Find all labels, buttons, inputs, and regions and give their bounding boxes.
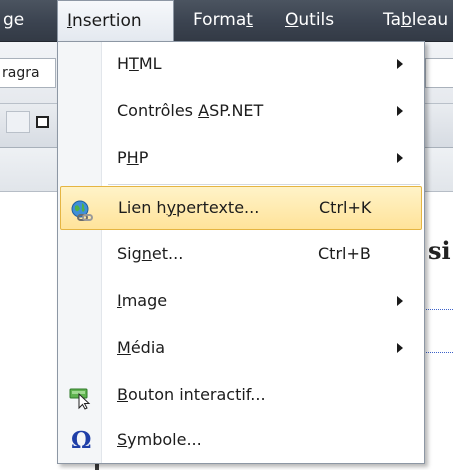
menu-format-mnemonic: t [246, 10, 253, 30]
menu-item-interactive-button[interactable]: Bouton interactif... [60, 373, 422, 417]
menu-tableau-pre: Ta [383, 10, 401, 30]
label-pre: P [117, 148, 127, 167]
label-pre: Sig [117, 244, 142, 263]
menu-tableau-post: leau [411, 10, 449, 30]
svg-text:Ω: Ω [71, 427, 91, 453]
label-post: ML [138, 54, 162, 73]
menu-item-image[interactable]: Image [60, 279, 422, 323]
label-mnemonic: M [117, 338, 131, 357]
label-mnemonic: B [117, 385, 128, 404]
menu-outils-mnemonic: O [285, 10, 299, 30]
menu-item-label: PHP [117, 136, 148, 180]
menu-item-php[interactable]: PHP [60, 136, 422, 180]
menu-item-label: Symbole... [117, 418, 202, 462]
menu-outils[interactable]: Outils [272, 0, 360, 42]
label-pre: Lien h [118, 198, 167, 217]
menubar: ge Insertion Format Outils Tableau [0, 0, 453, 43]
submenu-arrow-icon [397, 153, 403, 163]
menu-item-label: Contrôles ASP.NET [117, 89, 263, 133]
omega-symbol-icon: Ω [69, 426, 93, 454]
submenu-arrow-icon [397, 343, 403, 353]
menu-item-aspnet-controls[interactable]: Contrôles ASP.NET [60, 89, 422, 133]
menu-item-symbol[interactable]: Ω Symbole... [60, 418, 422, 462]
interactive-button-icon [69, 383, 93, 410]
label-post: mage [121, 291, 168, 310]
menu-format-pre: Forma [193, 10, 247, 30]
font-combo-partial[interactable] [425, 58, 453, 88]
menu-item-hyperlink[interactable]: Lien hypertexte... Ctrl+K [60, 186, 422, 230]
menu-tableau[interactable]: Tableau [374, 0, 453, 42]
label-pre: H [117, 54, 130, 73]
label-post: ymbole... [127, 430, 202, 449]
label-post: SP.NET [209, 101, 264, 120]
checkbox-square-icon[interactable] [36, 116, 49, 128]
menu-item-media[interactable]: Média [60, 326, 422, 370]
menu-separator [108, 184, 420, 185]
menu-item-label: Média [117, 326, 165, 370]
menu-format[interactable]: Format [181, 0, 267, 42]
label-post: pertexte... [176, 198, 260, 217]
menu-tableau-mnemonic: b [401, 10, 412, 30]
menu-insertion-post: nsertion [72, 11, 142, 31]
label-mnemonic: S [117, 430, 128, 449]
menu-item-shortcut: Ctrl+B [318, 244, 371, 263]
label-post: édia [130, 338, 166, 357]
menu-insertion[interactable]: Insertion [57, 0, 174, 43]
paragraph-style-combo[interactable]: ragra [0, 58, 56, 88]
menu-item-label: Signet... [117, 232, 183, 276]
menu-outils-post: utils [298, 10, 335, 30]
submenu-arrow-icon [397, 296, 403, 306]
menu-item-bookmark[interactable]: Signet... Ctrl+B [60, 232, 422, 276]
toolbar-button[interactable] [6, 111, 30, 133]
label-mnemonic: A [198, 101, 210, 120]
label-post: outon interactif... [127, 385, 266, 404]
submenu-arrow-icon [397, 106, 403, 116]
document-heading-fragment: si [428, 236, 451, 265]
menu-item-label: Image [117, 279, 167, 323]
submenu-arrow-icon [397, 59, 403, 69]
menu-page-partial[interactable]: ge [0, 0, 52, 42]
label-mnemonic: y [166, 198, 177, 217]
hyperlink-globe-icon [70, 197, 94, 221]
menu-item-shortcut: Ctrl+K [319, 198, 372, 217]
menu-item-label: Lien hypertexte... [118, 186, 259, 230]
menu-item-html[interactable]: HTML [60, 42, 422, 86]
label-mnemonic: H [126, 148, 139, 167]
menu-item-label: Bouton interactif... [117, 373, 266, 417]
insertion-dropdown-menu: HTML Contrôles ASP.NET PHP Lien hypertex… [57, 41, 425, 464]
label-post: et... [151, 244, 184, 263]
menu-item-label: HTML [117, 42, 162, 86]
label-mnemonic: T [129, 54, 139, 73]
label-mnemonic: n [141, 244, 152, 263]
label-post: P [138, 148, 149, 167]
label-pre: Contrôles [117, 101, 199, 120]
